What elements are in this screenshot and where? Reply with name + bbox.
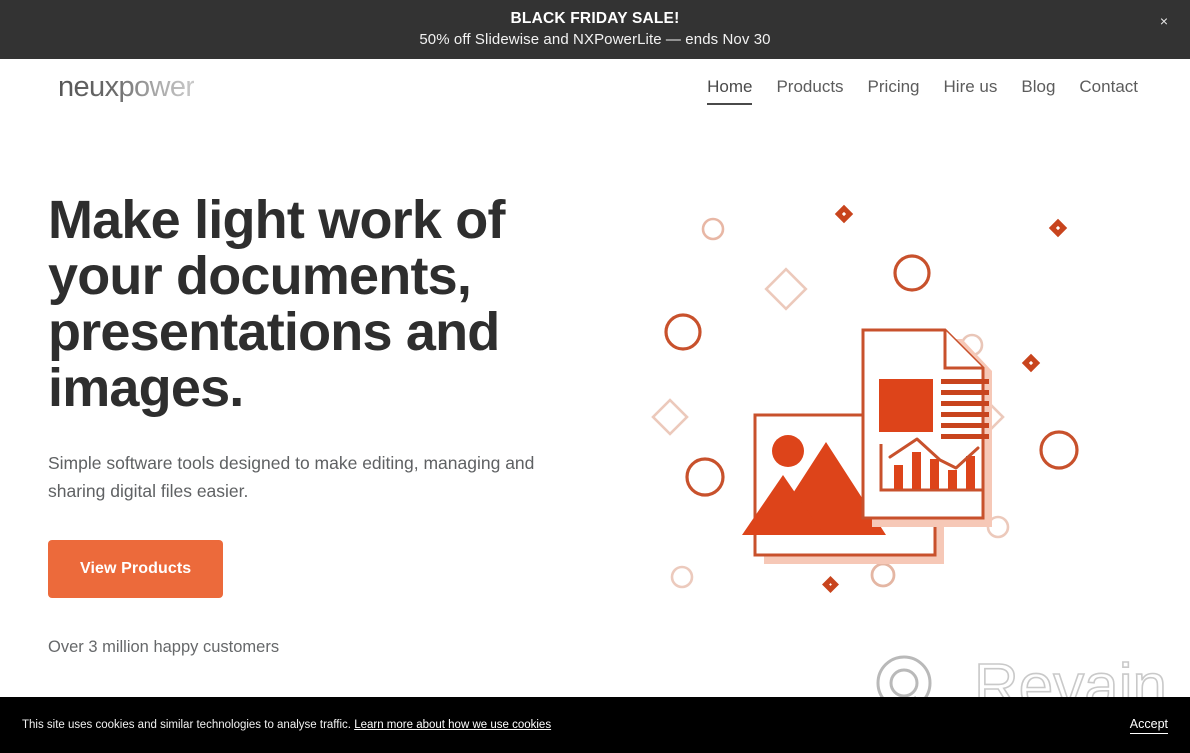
promo-banner-subtitle: 50% off Slidewise and NXPowerLite — ends… — [419, 30, 771, 48]
close-icon[interactable]: × — [1154, 11, 1174, 31]
main-navigation: Home Products Pricing Hire us Blog Conta… — [695, 75, 1150, 105]
nav-item-products[interactable]: Products — [764, 75, 855, 99]
nav-item-pricing[interactable]: Pricing — [856, 75, 932, 99]
promo-banner-title: BLACK FRIDAY SALE! — [510, 10, 680, 28]
view-products-button[interactable]: View Products — [48, 540, 224, 599]
cookie-consent-bar: This site uses cookies and similar techn… — [0, 697, 1190, 753]
cookie-accept-button[interactable]: Accept — [1129, 717, 1168, 734]
hero-copy: Make light work of your documents, prese… — [48, 192, 608, 657]
site-logo[interactable]: neuxpower — [58, 71, 195, 104]
site-header: neuxpower Home Products Pricing Hire us … — [0, 59, 1190, 117]
page-root: BLACK FRIDAY SALE! 50% off Slidewise and… — [0, 0, 1190, 753]
nav-item-contact[interactable]: Contact — [1067, 75, 1150, 99]
cookie-learn-more-link[interactable]: Learn more about how we use cookies — [354, 719, 551, 731]
customer-count-note: Over 3 million happy customers — [48, 638, 280, 657]
nav-item-home[interactable]: Home — [695, 75, 764, 105]
cookie-message-text: This site uses cookies and similar techn… — [22, 719, 351, 731]
nav-item-hire-us[interactable]: Hire us — [932, 75, 1010, 99]
hero-illustration — [640, 187, 1140, 627]
page-title: Make light work of your documents, prese… — [48, 190, 505, 419]
cookie-message: This site uses cookies and similar techn… — [22, 719, 551, 731]
promo-banner: BLACK FRIDAY SALE! 50% off Slidewise and… — [0, 0, 1190, 59]
hero-subheading: Simple software tools designed to make e… — [48, 452, 535, 501]
hero-section: Make light work of your documents, prese… — [0, 117, 1190, 697]
nav-item-blog[interactable]: Blog — [1009, 75, 1067, 99]
